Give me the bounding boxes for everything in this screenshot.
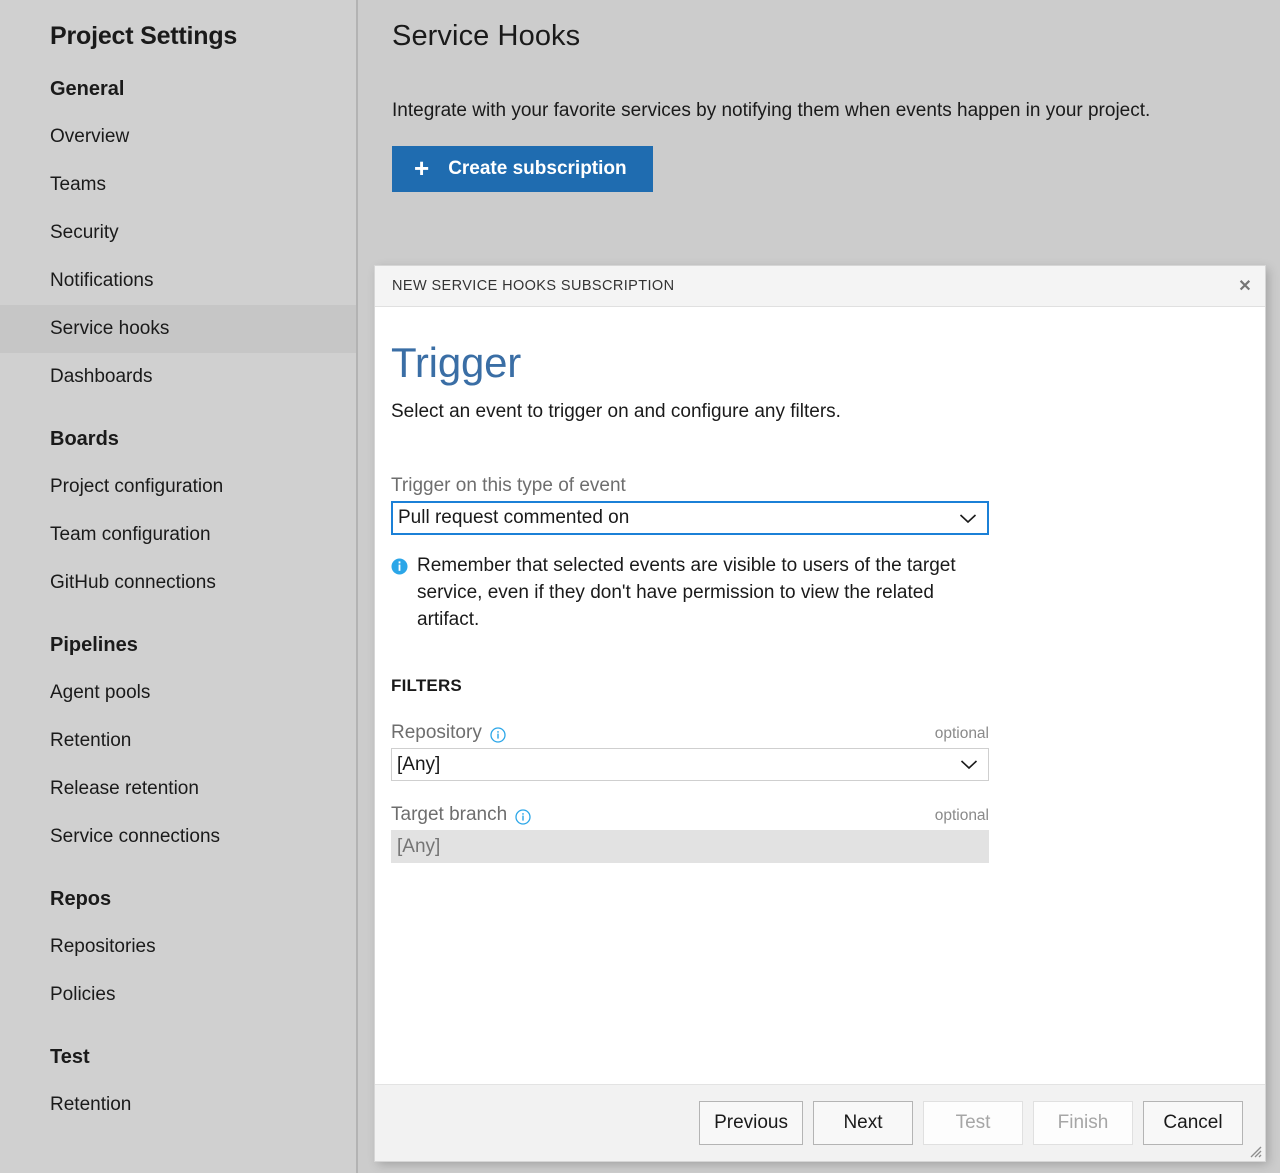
event-visibility-note: Remember that selected events are visibl… bbox=[391, 553, 991, 634]
next-button[interactable]: Next bbox=[813, 1101, 913, 1145]
sidebar-item-security[interactable]: Security bbox=[0, 209, 356, 257]
sidebar-item-repositories[interactable]: Repositories bbox=[0, 923, 356, 971]
spacer bbox=[0, 51, 356, 65]
sidebar-item-teams[interactable]: Teams bbox=[0, 161, 356, 209]
repository-filter-label-row: Repository optional bbox=[391, 722, 989, 744]
sidebar-title: Project Settings bbox=[0, 0, 356, 51]
spacer bbox=[0, 401, 356, 415]
page-description: Integrate with your favorite services by… bbox=[360, 53, 1280, 122]
spacer bbox=[0, 607, 356, 621]
page-title: Service Hooks bbox=[360, 0, 1280, 53]
sidebar-heading-general: General bbox=[0, 65, 356, 113]
sidebar-item-agent-pools[interactable]: Agent pools bbox=[0, 669, 356, 717]
info-outline-icon[interactable] bbox=[515, 809, 531, 825]
wizard-step-subtitle: Select an event to trigger on and config… bbox=[391, 401, 1265, 423]
sidebar-item-retention[interactable]: Retention bbox=[0, 717, 356, 765]
chevron-down-icon bbox=[959, 513, 977, 524]
dialog-title: NEW SERVICE HOOKS SUBSCRIPTION bbox=[375, 278, 1225, 294]
dialog-body: Trigger Select an event to trigger on an… bbox=[375, 307, 1265, 1084]
new-service-hooks-subscription-dialog: NEW SERVICE HOOKS SUBSCRIPTION ✕ Trigger… bbox=[375, 266, 1265, 1161]
create-subscription-button[interactable]: + Create subscription bbox=[392, 146, 653, 192]
sidebar-heading-pipelines: Pipelines bbox=[0, 621, 356, 669]
sidebar-item-service-connections[interactable]: Service connections bbox=[0, 813, 356, 861]
sidebar-item-policies[interactable]: Policies bbox=[0, 971, 356, 1019]
repository-filter-label: Repository bbox=[391, 722, 482, 744]
target-branch-filter-label: Target branch bbox=[391, 804, 507, 826]
close-icon[interactable]: ✕ bbox=[1225, 266, 1265, 306]
event-visibility-note-text: Remember that selected events are visibl… bbox=[417, 553, 991, 634]
trigger-event-label: Trigger on this type of event bbox=[391, 475, 1265, 497]
filters-heading: FILTERS bbox=[391, 676, 1265, 696]
dialog-footer: Previous Next Test Finish Cancel bbox=[375, 1084, 1265, 1161]
sidebar-heading-boards: Boards bbox=[0, 415, 356, 463]
sidebar-heading-test: Test bbox=[0, 1033, 356, 1081]
sidebar-heading-repos: Repos bbox=[0, 875, 356, 923]
info-filled-icon bbox=[391, 558, 408, 575]
repository-optional-label: optional bbox=[935, 725, 989, 743]
sidebar-item-notifications[interactable]: Notifications bbox=[0, 257, 356, 305]
sidebar-item-team-configuration[interactable]: Team configuration bbox=[0, 511, 356, 559]
target-branch-filter-label-wrap: Target branch bbox=[391, 804, 935, 826]
target-branch-filter-label-row: Target branch optional bbox=[391, 804, 989, 826]
repository-filter-label-wrap: Repository bbox=[391, 722, 935, 744]
finish-button: Finish bbox=[1033, 1101, 1133, 1145]
spacer bbox=[0, 1019, 356, 1033]
target-branch-filter-value: [Any] bbox=[397, 836, 980, 858]
sidebar-item-project-configuration[interactable]: Project configuration bbox=[0, 463, 356, 511]
sidebar-item-overview[interactable]: Overview bbox=[0, 113, 356, 161]
sidebar-item-release-retention[interactable]: Release retention bbox=[0, 765, 356, 813]
trigger-event-select[interactable]: Pull request commented on bbox=[391, 501, 989, 535]
test-button: Test bbox=[923, 1101, 1023, 1145]
sidebar-item-test-retention[interactable]: Retention bbox=[0, 1081, 356, 1129]
target-branch-optional-label: optional bbox=[935, 807, 989, 825]
sidebar-item-service-hooks[interactable]: Service hooks bbox=[0, 305, 356, 353]
plus-icon: + bbox=[414, 155, 429, 181]
sidebar-item-github-connections[interactable]: GitHub connections bbox=[0, 559, 356, 607]
create-subscription-label: Create subscription bbox=[448, 158, 626, 180]
project-settings-sidebar: Project Settings General Overview Teams … bbox=[0, 0, 358, 1173]
spacer bbox=[0, 861, 356, 875]
trigger-event-value: Pull request commented on bbox=[398, 507, 959, 529]
resize-grip-icon[interactable] bbox=[1248, 1144, 1262, 1158]
target-branch-filter-select: [Any] bbox=[391, 830, 989, 863]
chevron-down-icon bbox=[960, 759, 978, 770]
info-outline-icon[interactable] bbox=[490, 727, 506, 743]
sidebar-item-dashboards[interactable]: Dashboards bbox=[0, 353, 356, 401]
wizard-step-title: Trigger bbox=[391, 341, 1265, 385]
app-root: Project Settings General Overview Teams … bbox=[0, 0, 1280, 1173]
cancel-button[interactable]: Cancel bbox=[1143, 1101, 1243, 1145]
previous-button[interactable]: Previous bbox=[699, 1101, 803, 1145]
repository-filter-value: [Any] bbox=[397, 754, 960, 776]
repository-filter-select[interactable]: [Any] bbox=[391, 748, 989, 781]
dialog-titlebar: NEW SERVICE HOOKS SUBSCRIPTION ✕ bbox=[375, 266, 1265, 307]
